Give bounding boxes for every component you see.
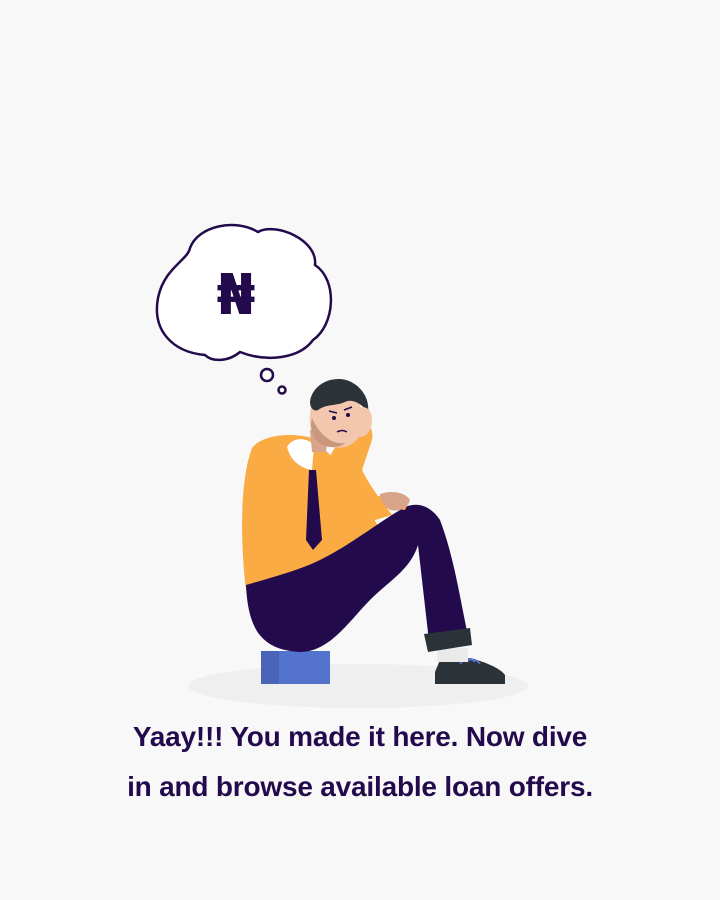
- thought-bubble: ₦: [155, 223, 333, 395]
- message-line-2: in and browse available loan offers.: [127, 771, 593, 802]
- box-seat: [261, 651, 330, 684]
- naira-symbol: ₦: [217, 263, 256, 328]
- sad-person-figure: [242, 379, 505, 684]
- message-line-1: Yaay!!! You made it here. Now dive: [132, 721, 588, 752]
- empty-state-message: Yaay!!! You made it here. Now dive in an…: [60, 712, 660, 812]
